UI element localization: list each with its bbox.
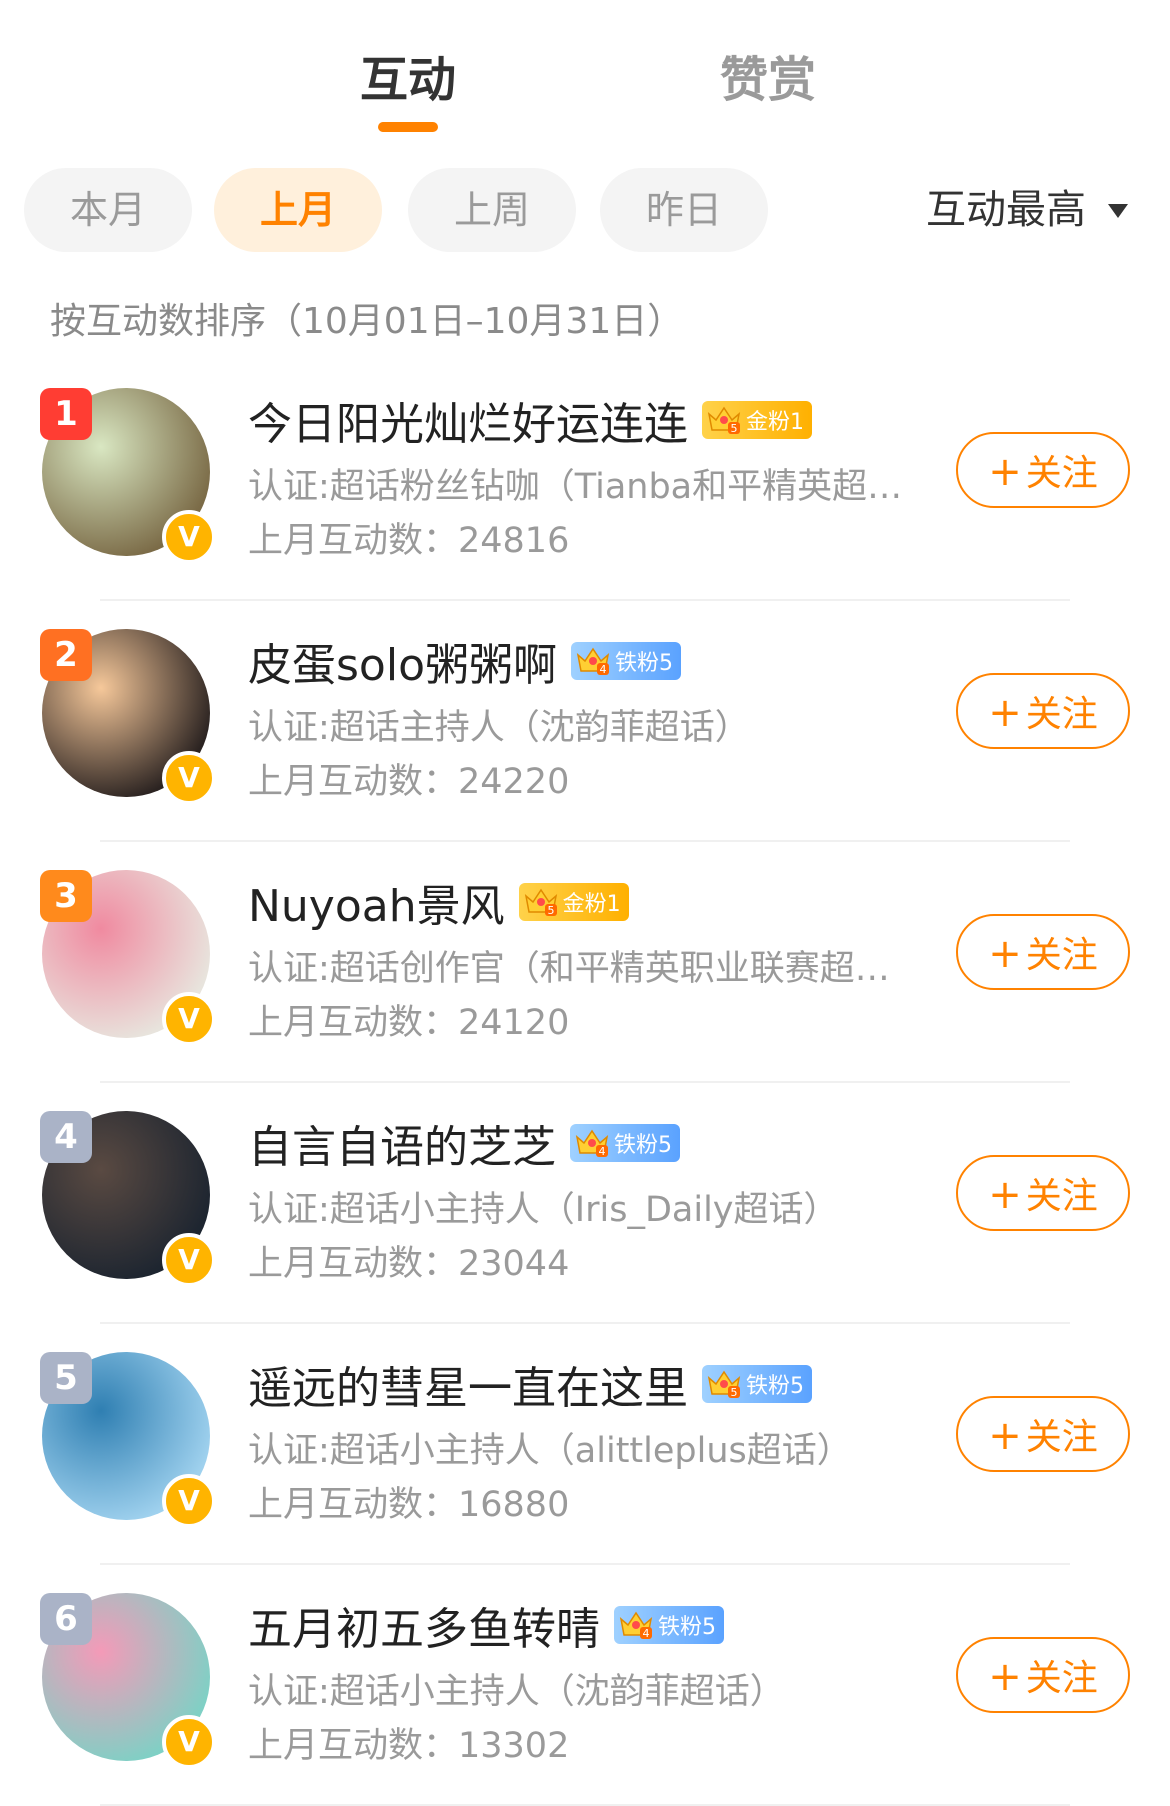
fan-level-badge: 4 铁粉5	[570, 1124, 680, 1162]
follow-label: 关注	[1025, 1176, 1098, 1217]
svg-text:5: 5	[731, 422, 738, 435]
filter-chip-yesterday[interactable]: 昨日	[600, 168, 768, 252]
interaction-count: 上月互动数：24816	[248, 521, 570, 561]
fan-level-label: 铁粉5	[746, 1374, 804, 1399]
rank-badge: 6	[40, 1593, 92, 1645]
fan-level-badge: 5 金粉1	[518, 883, 629, 921]
rank-badge: 3	[40, 870, 92, 922]
list-item[interactable]: 6 V 五月初五多鱼转晴 4 铁粉5 认证:超话小主持人（沈韵菲超话） 上月互动…	[0, 1565, 1170, 1806]
user-name-line: 皮蛋solo粥粥啊 4 铁粉5	[248, 629, 681, 693]
user-name[interactable]: 今日阳光灿烂好运连连	[248, 388, 688, 452]
fan-level-label: 铁粉5	[615, 651, 673, 676]
fan-level-badge: 5 金粉1	[702, 401, 812, 439]
certification-text: 认证:超话创作官（和平精英职业联赛超…	[248, 949, 890, 989]
verified-icon: V	[162, 1233, 216, 1287]
fan-level-label: 金粉1	[746, 410, 804, 435]
follow-label: 关注	[1025, 935, 1098, 976]
date-range-label: 按互动数排序（10月01日–10月31日）	[50, 301, 684, 342]
follow-button[interactable]: + 关注	[956, 1396, 1130, 1472]
filter-chip-this-month[interactable]: 本月	[24, 168, 192, 252]
interaction-count: 上月互动数：16880	[248, 1485, 570, 1525]
crown-icon: 5	[707, 406, 741, 435]
fan-level-badge: 5 铁粉5	[702, 1365, 812, 1403]
follow-button[interactable]: + 关注	[956, 914, 1130, 990]
crown-icon: 5	[524, 888, 557, 917]
follow-button[interactable]: + 关注	[956, 1155, 1130, 1231]
user-name-line: 今日阳光灿烂好运连连 5 金粉1	[248, 388, 812, 452]
follow-button[interactable]: + 关注	[956, 673, 1130, 749]
interaction-count: 上月互动数：13302	[248, 1726, 570, 1766]
svg-text:5: 5	[547, 904, 554, 917]
certification-text: 认证:超话小主持人（Iris_Daily超话）	[248, 1190, 839, 1230]
fan-level-label: 铁粉5	[658, 1615, 716, 1640]
certification-text: 认证:超话小主持人（alittleplus超话）	[248, 1431, 852, 1471]
ranking-list: 1 V 今日阳光灿烂好运连连 5 金粉1 认证:超话粉丝钻咖（Tianba和平精…	[0, 360, 1170, 1806]
crown-icon: 5	[707, 1370, 741, 1399]
plus-icon: +	[988, 1654, 1022, 1700]
follow-label: 关注	[1025, 1658, 1098, 1699]
list-item[interactable]: 2 V 皮蛋solo粥粥啊 4 铁粉5 认证:超话主持人（沈韵菲超话） 上月互动…	[0, 601, 1170, 842]
list-item[interactable]: 1 V 今日阳光灿烂好运连连 5 金粉1 认证:超话粉丝钻咖（Tianba和平精…	[0, 360, 1170, 601]
follow-label: 关注	[1025, 694, 1098, 735]
user-name-line: Nuyoah景风 5 金粉1	[248, 870, 629, 934]
rank-badge: 4	[40, 1111, 92, 1163]
follow-button[interactable]: + 关注	[956, 1637, 1130, 1713]
follow-button[interactable]: + 关注	[956, 432, 1130, 508]
user-name[interactable]: 自言自语的芝芝	[248, 1111, 556, 1175]
rank-badge: 2	[40, 629, 92, 681]
fan-level-badge: 4 铁粉5	[614, 1606, 724, 1644]
plus-icon: +	[988, 1172, 1022, 1218]
svg-text:4: 4	[599, 1145, 606, 1158]
user-name-line: 自言自语的芝芝 4 铁粉5	[248, 1111, 680, 1175]
crown-icon: 4	[575, 1129, 609, 1158]
tab-reward[interactable]: 赞赏	[720, 40, 816, 110]
verified-icon: V	[162, 751, 216, 805]
user-name-line: 五月初五多鱼转晴 4 铁粉5	[248, 1593, 724, 1657]
list-item[interactable]: 5 V 遥远的彗星一直在这里 5 铁粉5 认证:超话小主持人（alittlepl…	[0, 1324, 1170, 1565]
filter-chip-last-month[interactable]: 上月	[214, 168, 382, 252]
verified-icon: V	[162, 1715, 216, 1769]
fan-level-badge: 4 铁粉5	[571, 642, 681, 680]
top-tabs: 互动 赞赏	[0, 0, 1170, 150]
user-name[interactable]: Nuyoah景风	[248, 870, 505, 934]
interaction-count: 上月互动数：24220	[248, 762, 570, 802]
active-tab-indicator	[378, 122, 438, 132]
sort-dropdown[interactable]: 互动最高	[926, 186, 1086, 234]
plus-icon: +	[988, 449, 1022, 495]
caret-down-icon[interactable]	[1108, 204, 1128, 218]
verified-icon: V	[162, 992, 216, 1046]
user-name[interactable]: 遥远的彗星一直在这里	[248, 1352, 688, 1416]
certification-text: 认证:超话粉丝钻咖（Tianba和平精英超…	[248, 467, 903, 507]
plus-icon: +	[988, 1413, 1022, 1459]
fan-level-label: 铁粉5	[614, 1133, 672, 1158]
interaction-count: 上月互动数：23044	[248, 1244, 570, 1284]
follow-label: 关注	[1025, 1417, 1098, 1458]
follow-label: 关注	[1025, 453, 1098, 494]
rank-badge: 5	[40, 1352, 92, 1404]
certification-text: 认证:超话主持人（沈韵菲超话）	[248, 708, 750, 748]
rank-badge: 1	[40, 388, 92, 440]
user-name[interactable]: 五月初五多鱼转晴	[248, 1593, 600, 1657]
plus-icon: +	[988, 931, 1022, 977]
verified-icon: V	[162, 1474, 216, 1528]
interaction-count: 上月互动数：24120	[248, 1003, 570, 1043]
user-name[interactable]: 皮蛋solo粥粥啊	[248, 629, 557, 693]
user-name-line: 遥远的彗星一直在这里 5 铁粉5	[248, 1352, 812, 1416]
fan-level-label: 金粉1	[562, 892, 621, 917]
svg-text:4: 4	[600, 663, 607, 676]
list-item[interactable]: 4 V 自言自语的芝芝 4 铁粉5 认证:超话小主持人（Iris_Daily超话…	[0, 1083, 1170, 1324]
svg-text:5: 5	[731, 1386, 738, 1399]
verified-icon: V	[162, 510, 216, 564]
plus-icon: +	[988, 690, 1022, 736]
certification-text: 认证:超话小主持人（沈韵菲超话）	[248, 1672, 785, 1712]
crown-icon: 4	[619, 1611, 653, 1640]
crown-icon: 4	[576, 647, 610, 676]
filter-chip-last-week[interactable]: 上周	[408, 168, 576, 252]
svg-text:4: 4	[643, 1627, 650, 1640]
list-item[interactable]: 3 V Nuyoah景风 5 金粉1 认证:超话创作官（和平精英职业联赛超… 上…	[0, 842, 1170, 1083]
tab-interaction[interactable]: 互动	[360, 40, 456, 110]
